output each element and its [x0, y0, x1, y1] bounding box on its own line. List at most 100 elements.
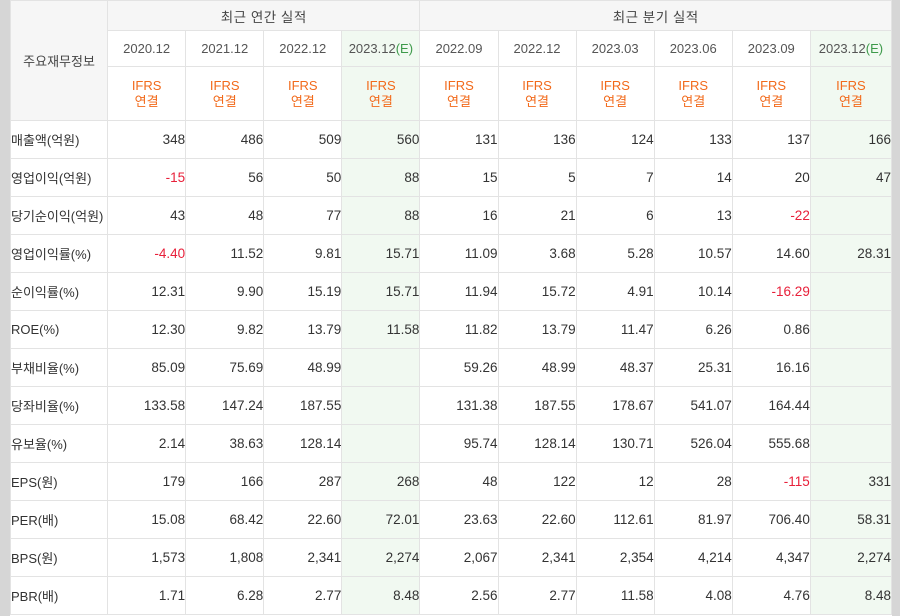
row-label: 당좌비율(%)	[10, 386, 109, 425]
value-cell: 10.57	[653, 234, 733, 273]
ifrs-basis-header: IFRS 연결	[731, 66, 811, 121]
value-cell: 136	[497, 120, 577, 159]
value-cell: 2.56	[419, 576, 499, 615]
value-cell: 48.99	[497, 348, 577, 387]
value-cell: 2,341	[497, 538, 577, 577]
ifrs-label: IFRS	[287, 77, 318, 93]
value-cell: 95.74	[419, 424, 499, 463]
value-cell: 2,341	[263, 538, 343, 577]
value-cell: 2.14	[107, 424, 187, 463]
table-row: 부채비율(%) 85.09 75.69 48.99 59.26 48.99 48.37 25.…	[10, 348, 892, 387]
consolidated-label: 연결	[447, 93, 471, 109]
period-header: 2022.12	[497, 30, 577, 67]
ifrs-label: IFRS	[678, 77, 709, 93]
value-cell: 555.68	[731, 424, 811, 463]
value-cell	[809, 348, 892, 387]
label-column-header: 주요재무정보	[10, 0, 109, 121]
estimate-mark: (E)	[395, 41, 414, 56]
value-cell: 85.09	[107, 348, 187, 387]
value-cell	[809, 196, 892, 235]
value-cell: 20	[731, 158, 811, 197]
value-cell: 11.58	[341, 310, 421, 349]
row-label: 매출액(억원)	[10, 120, 109, 159]
table-row: 순이익률(%) 12.31 9.90 15.19 15.71 11.94 15.72 4.91…	[10, 272, 892, 311]
consolidated-label: 연결	[368, 93, 393, 109]
value-cell: 48	[185, 196, 265, 235]
consolidated-label: 연결	[838, 93, 863, 109]
value-cell: 331	[809, 462, 892, 501]
value-cell: 486	[185, 120, 265, 159]
value-cell: 179	[107, 462, 187, 501]
value-cell: 11.82	[419, 310, 499, 349]
value-cell: 560	[341, 120, 421, 159]
value-cell: 11.09	[419, 234, 499, 273]
value-cell: 133.58	[107, 386, 187, 425]
table-row: 영업이익률(%) -4.40 11.52 9.81 15.71 11.09 3.68 5.28…	[10, 234, 892, 273]
table-row: 매출액(억원) 348 486 509 560 131 136 124 133 137 166	[10, 120, 892, 159]
ifrs-label: IFRS	[209, 77, 240, 93]
consolidated-label: 연결	[212, 93, 237, 109]
table-row: 유보율(%) 2.14 38.63 128.14 95.74 128.14 130.71 52…	[10, 424, 892, 463]
value-cell: 128.14	[497, 424, 577, 463]
row-label: BPS(원)	[10, 538, 109, 577]
value-cell	[341, 348, 421, 387]
value-cell: -22	[731, 196, 811, 235]
period-label: 2021.12	[201, 41, 249, 56]
row-label: 부채비율(%)	[10, 348, 109, 387]
value-cell: 88	[341, 196, 421, 235]
period-header: 2022.12	[263, 30, 343, 67]
value-cell: -4.40	[107, 234, 187, 273]
value-cell: 147.24	[185, 386, 265, 425]
value-cell: 4.76	[731, 576, 811, 615]
value-cell: 348	[107, 120, 187, 159]
period-label: 2022.12	[513, 41, 561, 56]
value-cell: 6.28	[185, 576, 265, 615]
quarter-group-header: 최근 분기 실적	[419, 0, 892, 31]
ifrs-label: IFRS	[522, 77, 552, 93]
value-cell: 12	[575, 462, 655, 501]
value-cell: 28.31	[809, 234, 892, 273]
value-cell: 2,067	[419, 538, 499, 577]
value-cell: 187.55	[497, 386, 577, 425]
table-row: 영업이익(억원) -15 56 50 88 15 5 7 14 20 47	[10, 158, 892, 197]
row-label: EPS(원)	[10, 462, 109, 501]
value-cell: 1,573	[107, 538, 187, 577]
value-cell: 131	[419, 120, 499, 159]
value-cell: 11.58	[575, 576, 655, 615]
value-cell: 122	[497, 462, 577, 501]
table-row: ROE(%) 12.30 9.82 13.79 11.58 11.82 13.79 11.47…	[10, 310, 892, 349]
value-cell: 526.04	[653, 424, 733, 463]
value-cell: 287	[263, 462, 343, 501]
value-cell: 164.44	[731, 386, 811, 425]
value-cell: 15.71	[341, 234, 421, 273]
ifrs-basis-header: IFRS 연결	[575, 66, 655, 121]
value-cell: 133	[653, 120, 733, 159]
value-cell: 50	[263, 158, 343, 197]
value-cell: 48.99	[263, 348, 343, 387]
value-cell: 2,354	[575, 538, 655, 577]
value-cell: 28	[653, 462, 733, 501]
value-cell: 25.31	[653, 348, 733, 387]
value-cell	[341, 424, 421, 463]
ifrs-basis-header: IFRS 연결	[419, 66, 499, 121]
value-cell: 5.28	[575, 234, 655, 273]
value-cell: 13.79	[263, 310, 343, 349]
period-label: 2023.06	[669, 41, 717, 56]
period-label: 2022.12	[279, 41, 327, 56]
row-label: 유보율(%)	[10, 424, 109, 463]
ifrs-basis-header: IFRS 연결	[185, 66, 265, 121]
value-cell: 15.19	[263, 272, 343, 311]
value-cell: 128.14	[263, 424, 343, 463]
table-row: 당좌비율(%) 133.58 147.24 187.55 131.38 187.55 178…	[10, 386, 892, 425]
value-cell: 56	[185, 158, 265, 197]
period-header: 2023.03	[575, 30, 655, 67]
ifrs-label: IFRS	[444, 77, 474, 93]
value-cell: 187.55	[263, 386, 343, 425]
value-cell: 48.37	[575, 348, 655, 387]
value-cell: 10.14	[653, 272, 733, 311]
table-row: PBR(배) 1.71 6.28 2.77 8.48 2.56 2.77 11.58 4.08 4…	[10, 576, 892, 615]
consolidated-label: 연결	[290, 93, 315, 109]
row-label: 순이익률(%)	[10, 272, 109, 311]
period-header: 2021.12	[185, 30, 265, 67]
row-label: PBR(배)	[10, 576, 109, 615]
